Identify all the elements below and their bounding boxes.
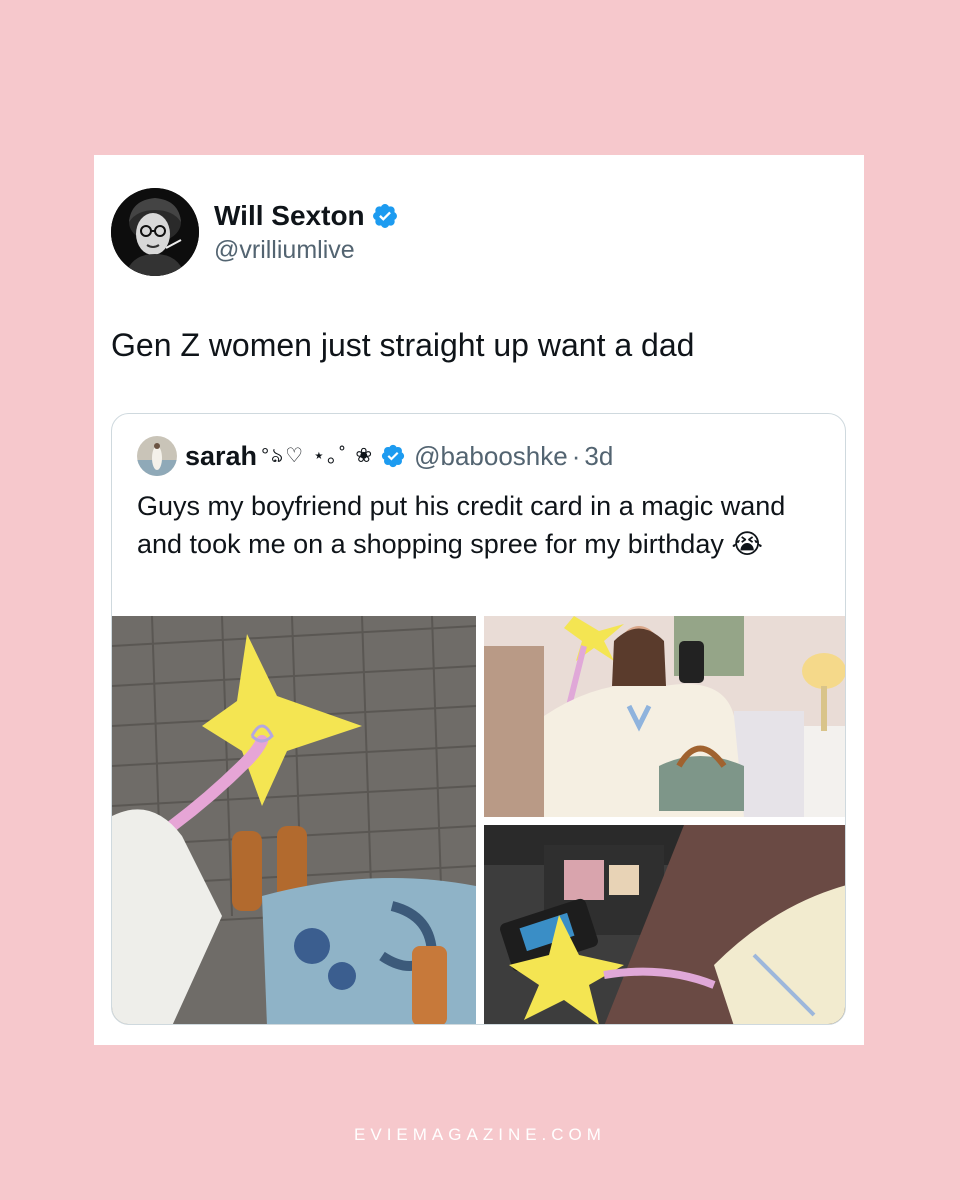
quoted-tweet-header: sarah °ঌ♡ ⋆｡˚ ❀ @babooshke · 3d (137, 436, 613, 476)
wand-at-card-reader-photo[interactable] (484, 825, 846, 1025)
author-handle[interactable]: @vrilliumlive (214, 236, 399, 265)
footer-brand[interactable]: EVIEMAGAZINE.COM (0, 1125, 960, 1145)
quoted-author-decoration: °ঌ♡ ⋆｡˚ ❀ (261, 444, 375, 467)
star-wand-on-pavement-photo[interactable] (112, 616, 476, 1025)
mirror-selfie-photo[interactable] (484, 616, 846, 817)
verified-badge-icon (381, 444, 405, 468)
quoted-tweet-text: Guys my boyfriend put his credit card in… (137, 491, 786, 559)
tweet-card: Will Sexton @vrilliumlive Gen Z women ju… (94, 155, 864, 1045)
quoted-author-handle[interactable]: @babooshke (414, 441, 568, 472)
tweet-author: Will Sexton @vrilliumlive (111, 188, 399, 276)
author-name[interactable]: Will Sexton (214, 200, 365, 232)
quoted-author-name[interactable]: sarah (185, 441, 257, 472)
quoted-tweet[interactable]: sarah °ঌ♡ ⋆｡˚ ❀ @babooshke · 3d Guys my … (111, 413, 846, 1025)
quoted-timestamp[interactable]: 3d (584, 441, 613, 472)
separator-dot: · (571, 440, 581, 471)
quoted-author-avatar[interactable] (137, 436, 177, 476)
verified-badge-icon (372, 203, 397, 228)
author-avatar[interactable] (111, 188, 199, 276)
media-grid (112, 616, 846, 1025)
tweet-text: Gen Z women just straight up want a dad (111, 327, 695, 363)
